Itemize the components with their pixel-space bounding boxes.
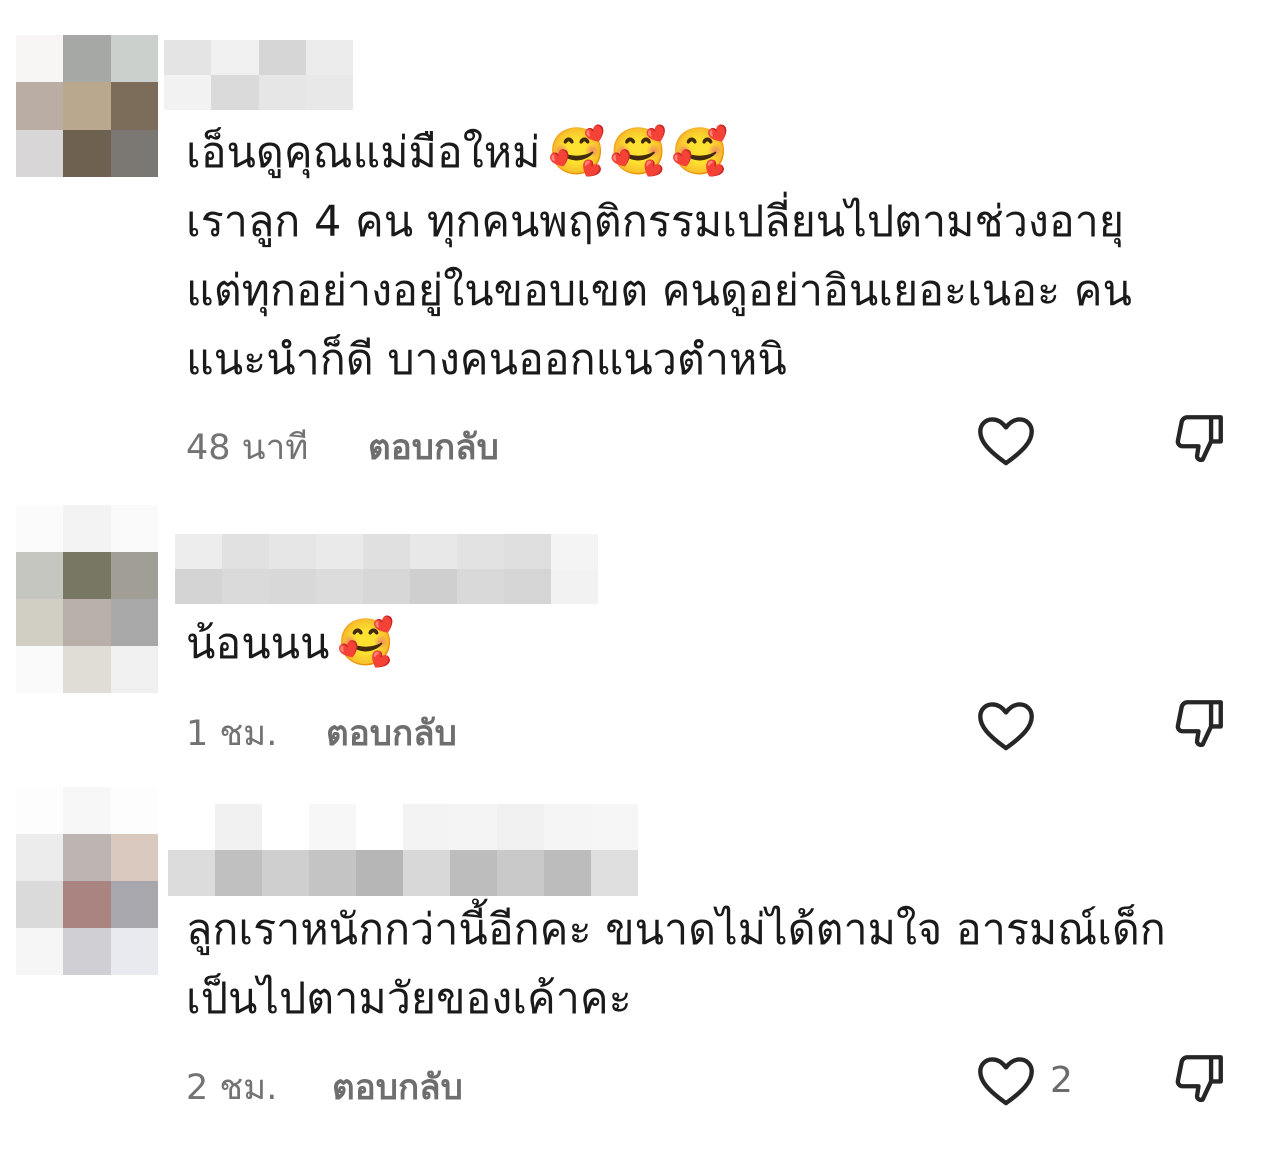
heart-outline-icon: [975, 698, 1037, 752]
username-blurred[interactable]: [168, 804, 638, 896]
dislike-button[interactable]: [1170, 410, 1230, 470]
username-blurred[interactable]: [175, 534, 598, 604]
comment-meta: 1 ชม. ตอบกลับ: [186, 706, 457, 761]
comment-meta: 2 ชม. ตอบกลับ: [186, 1060, 463, 1115]
dislike-button[interactable]: [1170, 695, 1230, 755]
like-button[interactable]: [975, 412, 1039, 468]
reply-button[interactable]: ตอบกลับ: [326, 706, 457, 761]
comment-text: น้อนนน 🥰: [186, 608, 1246, 679]
avatar-blurred[interactable]: [16, 787, 158, 975]
avatar-blurred[interactable]: [16, 505, 158, 693]
like-count: 2: [1050, 1060, 1073, 1101]
thumbs-down-outline-icon: [1170, 1050, 1230, 1108]
comment-text-line: แนะนำก็ดี บางคนออกแนวตำหนิ: [186, 335, 787, 385]
comment-text: เอ็นดูคุณแม่มือใหม่ 🥰🥰🥰 เราลูก 4 คน ทุกคน…: [186, 117, 1246, 395]
heart-outline-icon: [975, 413, 1037, 467]
reply-button[interactable]: ตอบกลับ: [332, 1060, 463, 1115]
avatar-blurred[interactable]: [16, 35, 158, 177]
smiling-face-with-hearts-emoji: 🥰🥰🥰: [548, 124, 733, 178]
comment-time: 2 ชม.: [186, 1068, 278, 1108]
like-button[interactable]: [975, 1052, 1039, 1108]
comment-meta: 48 นาที ตอบกลับ: [186, 420, 499, 475]
comment-text-line: เอ็นดูคุณแม่มือใหม่: [186, 128, 541, 178]
smiling-face-with-hearts-emoji: 🥰: [337, 615, 399, 669]
comment-text-line: เราลูก 4 คน ทุกคนพฤติกรรมเปลี่ยนไปตามช่ว…: [186, 197, 1125, 247]
reply-button[interactable]: ตอบกลับ: [368, 420, 499, 475]
thumbs-down-outline-icon: [1170, 410, 1230, 468]
like-button[interactable]: [975, 697, 1039, 753]
comment-text-line: เป็นไปตามวัยของเค้าคะ: [186, 974, 632, 1024]
comment-text-line: น้อนนน: [186, 619, 330, 669]
username-blurred[interactable]: [164, 40, 353, 110]
dislike-button[interactable]: [1170, 1050, 1230, 1110]
comment-text-line: แต่ทุกอย่างอยู่ในขอบเขต คนดูอย่าอินเยอะเ…: [186, 266, 1132, 316]
comment-time: 48 นาที: [186, 428, 309, 468]
comment-time: 1 ชม.: [186, 714, 278, 754]
heart-outline-icon: [975, 1053, 1037, 1107]
comment-text: ลูกเราหนักกว่านี้อีกคะ ขนาดไม่ได้ตามใจ อ…: [186, 896, 1246, 1034]
thumbs-down-outline-icon: [1170, 695, 1230, 753]
comment-text-line: ลูกเราหนักกว่านี้อีกคะ ขนาดไม่ได้ตามใจ อ…: [186, 905, 1166, 955]
